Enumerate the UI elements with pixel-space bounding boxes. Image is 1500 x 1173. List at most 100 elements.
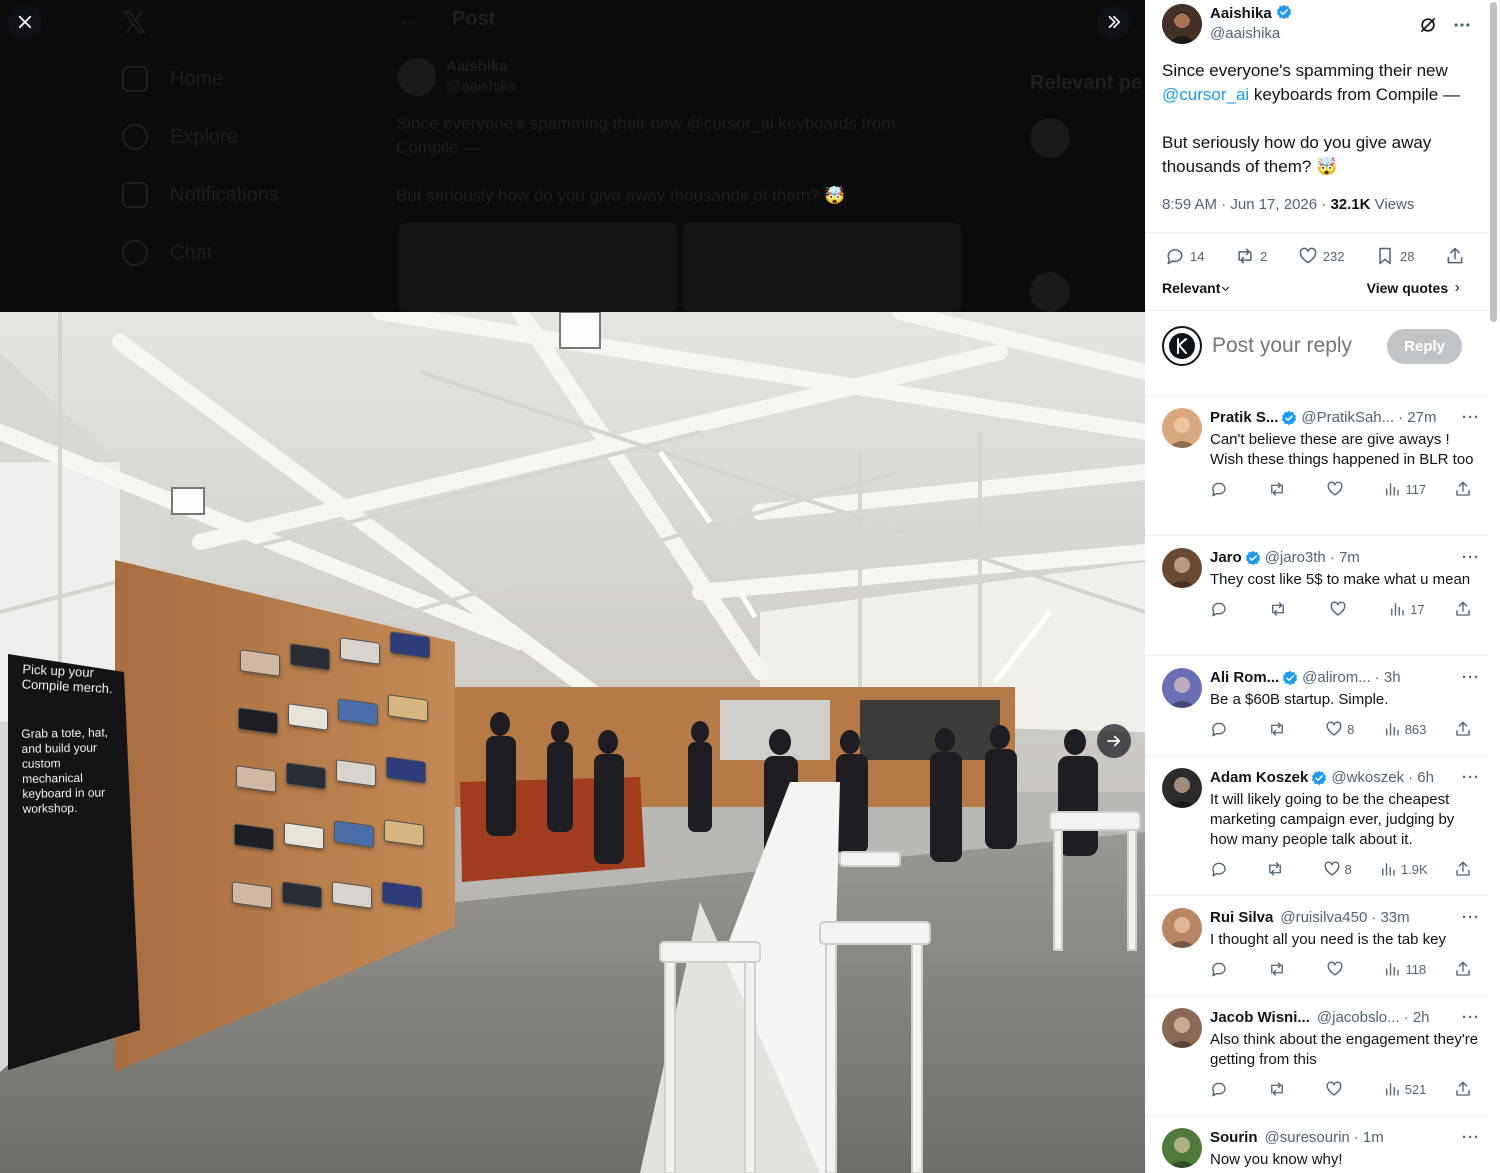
user-avatar[interactable]	[1162, 326, 1202, 366]
reply-button[interactable]	[1210, 860, 1240, 878]
reply-author-handle[interactable]: @ruisilva450	[1280, 908, 1367, 928]
more-options-icon[interactable]: ···	[1462, 768, 1480, 788]
reply-item[interactable]: Adam Koszek @wkoszek · 6h ··· It will likely…	[1145, 755, 1488, 895]
next-image-button[interactable]	[1097, 724, 1131, 758]
reply-avatar[interactable]	[1162, 408, 1202, 448]
reply-actions: 521	[1210, 1080, 1480, 1098]
reply-author-name[interactable]: Pratik S...	[1210, 408, 1278, 428]
reply-item[interactable]: Jaro @jaro3th · 7m ··· They cost like 5$ to …	[1145, 535, 1488, 655]
views-button[interactable]: 118	[1383, 960, 1426, 978]
reply-avatar[interactable]	[1162, 1128, 1202, 1168]
share-button[interactable]	[1454, 860, 1472, 878]
reply-button[interactable]	[1210, 480, 1240, 498]
like-button[interactable]	[1326, 960, 1356, 978]
reply-avatar[interactable]	[1162, 908, 1202, 948]
like-button[interactable]	[1325, 1080, 1355, 1098]
more-options-icon[interactable]: ···	[1462, 408, 1480, 428]
reply-time[interactable]: · 1m	[1354, 1128, 1384, 1148]
reply-button[interactable]	[1210, 1080, 1240, 1098]
chat-icon	[122, 240, 148, 266]
reply-item[interactable]: Ali Rom... @alirom... · 3h ··· Be a $60B sta…	[1145, 655, 1488, 755]
repost-button[interactable]	[1268, 480, 1298, 498]
more-options-icon[interactable]	[1452, 15, 1472, 35]
views-button[interactable]: 17	[1388, 600, 1425, 618]
author-handle[interactable]: @aaishika	[1210, 24, 1292, 44]
reply-author-name[interactable]: Ali Rom...	[1210, 668, 1279, 688]
more-options-icon[interactable]: ···	[1462, 1128, 1480, 1148]
author-avatar[interactable]	[1162, 4, 1202, 44]
like-stat-button[interactable]: 232	[1298, 246, 1345, 266]
share-button[interactable]	[1454, 960, 1472, 978]
reply-time[interactable]: · 6h	[1408, 768, 1434, 788]
reply-author-handle[interactable]: @jaro3th	[1265, 548, 1326, 568]
views-button[interactable]: 863	[1383, 720, 1426, 738]
views-button[interactable]: 117	[1383, 480, 1426, 498]
reply-author-name[interactable]: Jaro	[1210, 548, 1242, 568]
reply-input[interactable]	[1212, 334, 1382, 358]
share-button[interactable]	[1454, 480, 1472, 498]
reply-stat-button[interactable]: 14	[1165, 246, 1204, 266]
views-count: 118	[1405, 961, 1427, 977]
reply-button[interactable]	[1210, 960, 1240, 978]
reply-time[interactable]: · 7m	[1330, 548, 1360, 568]
share-button[interactable]	[1454, 1080, 1472, 1098]
repost-button[interactable]	[1268, 960, 1298, 978]
reply-author-handle[interactable]: @jacobslo...	[1317, 1008, 1400, 1028]
reply-button[interactable]	[1210, 720, 1240, 738]
repost-button[interactable]	[1268, 720, 1298, 738]
reply-time[interactable]: · 27m	[1398, 408, 1436, 428]
more-options-icon[interactable]: ···	[1462, 1008, 1480, 1028]
bookmark-stat-button[interactable]: 28	[1375, 246, 1414, 266]
scrollbar[interactable]	[1490, 2, 1497, 322]
reply-item[interactable]: Sourin @suresourin · 1m ··· Now you know why…	[1145, 1115, 1488, 1173]
like-button[interactable]	[1329, 600, 1359, 618]
reply-avatar[interactable]	[1162, 1008, 1202, 1048]
reply-author-handle[interactable]: @suresourin	[1265, 1128, 1350, 1148]
reply-author-name[interactable]: Jacob Wisni...	[1210, 1008, 1310, 1028]
like-button[interactable]: 8	[1323, 860, 1353, 878]
share-button[interactable]	[1454, 720, 1472, 738]
reply-item[interactable]: Rui Silva @ruisilva450 · 33m ··· I thought a…	[1145, 895, 1488, 995]
like-button[interactable]	[1326, 480, 1356, 498]
more-options-icon[interactable]: ···	[1462, 668, 1480, 688]
reply-avatar[interactable]	[1162, 768, 1202, 808]
repost-button[interactable]	[1268, 1080, 1298, 1098]
repost-button[interactable]	[1269, 600, 1299, 618]
close-button[interactable]	[8, 5, 42, 39]
reply-time[interactable]: · 2h	[1404, 1008, 1430, 1028]
mention-link[interactable]: @cursor_ai	[1162, 85, 1249, 104]
reply-time[interactable]: · 33m	[1371, 908, 1409, 928]
reply-author-handle[interactable]: @alirom...	[1302, 668, 1371, 688]
repost-button[interactable]	[1266, 860, 1296, 878]
reply-item[interactable]: Pratik S... @PratikSah... · 27m ··· Can't be…	[1145, 395, 1488, 535]
reply-author-handle[interactable]: @wkoszek	[1331, 768, 1404, 788]
author-name[interactable]: Aaishika	[1210, 5, 1272, 22]
reply-author-name[interactable]: Sourin	[1210, 1128, 1258, 1148]
views-button[interactable]: 1.9K	[1379, 860, 1428, 878]
reply-button[interactable]: Reply	[1387, 328, 1462, 364]
like-button[interactable]: 8	[1325, 720, 1355, 738]
share-button[interactable]	[1454, 600, 1472, 618]
reply-item[interactable]: Jacob Wisni... @jacobslo... · 2h ··· Also th…	[1145, 995, 1488, 1115]
view-quotes-link[interactable]: View quotes	[1367, 280, 1462, 296]
share-icon	[1456, 481, 1470, 496]
reply-author-name[interactable]: Adam Koszek	[1210, 768, 1308, 788]
bg-nav-home: Home	[122, 66, 223, 92]
reply-time[interactable]: · 3h	[1375, 668, 1401, 688]
share-button[interactable]	[1445, 246, 1465, 266]
post-timestamp[interactable]: 8:59 AM · Jun 17, 2026 ·	[1162, 196, 1330, 213]
toggle-panel-button[interactable]	[1097, 5, 1131, 39]
reply-actions: 118	[1210, 960, 1480, 978]
reply-avatar[interactable]	[1162, 668, 1202, 708]
reply-button[interactable]	[1210, 600, 1240, 618]
more-options-icon[interactable]: ···	[1462, 548, 1480, 568]
grok-icon[interactable]	[1418, 15, 1438, 35]
more-options-icon[interactable]: ···	[1462, 908, 1480, 928]
views-button[interactable]: 521	[1383, 1080, 1426, 1098]
reply-author-handle[interactable]: @PratikSah...	[1301, 408, 1394, 428]
like-count: 232	[1322, 248, 1345, 264]
reply-author-name[interactable]: Rui Silva	[1210, 908, 1273, 928]
sort-dropdown[interactable]: Relevant	[1162, 280, 1231, 296]
repost-stat-button[interactable]: 2	[1235, 246, 1267, 266]
reply-avatar[interactable]	[1162, 548, 1202, 588]
